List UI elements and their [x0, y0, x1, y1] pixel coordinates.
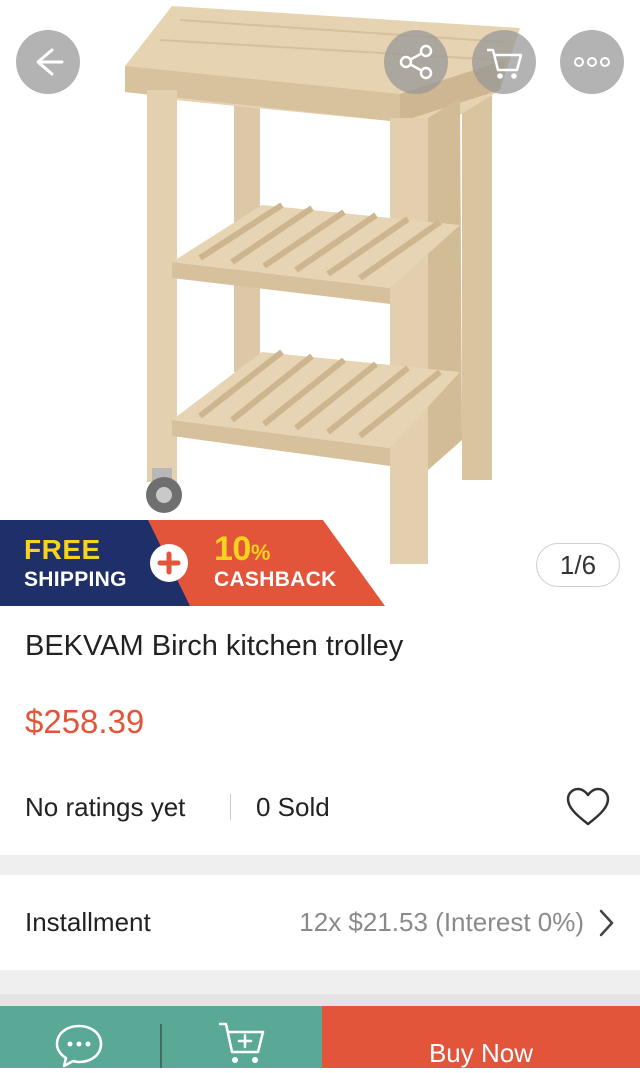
- secondary-actions: [0, 1006, 322, 1068]
- chat-button[interactable]: [52, 1022, 106, 1073]
- product-image-gallery[interactable]: 1/6: [0, 0, 640, 606]
- installment-label: Installment: [25, 907, 151, 937]
- bar-separator: [160, 1024, 162, 1068]
- heart-outline-icon: [565, 787, 611, 832]
- cashback-percent-sign: %: [250, 540, 271, 565]
- cashback-percent: 10%: [214, 530, 270, 569]
- more-dots-icon: [572, 56, 612, 68]
- shipping-label: SHIPPING: [24, 568, 127, 591]
- section-divider-bottom: [0, 970, 640, 1006]
- favorite-button[interactable]: [565, 786, 611, 833]
- share-button[interactable]: [384, 30, 448, 94]
- product-title: BEKVAM Birch kitchen trolley: [25, 630, 404, 662]
- share-icon: [396, 42, 436, 82]
- promo-banner: FREE SHIPPING 10% CASHBACK: [0, 520, 390, 606]
- cart-button[interactable]: [472, 30, 536, 94]
- installment-value: 12x $21.53 (Interest 0%): [299, 907, 584, 937]
- divider: [230, 794, 231, 820]
- image-counter: 1/6: [536, 543, 620, 587]
- cashback-label: CASHBACK: [214, 568, 337, 591]
- plus-circle-icon: [150, 544, 188, 582]
- add-to-cart-button[interactable]: [216, 1018, 268, 1073]
- cashback-percent-number: 10: [214, 530, 251, 568]
- buy-now-button[interactable]: Buy Now: [322, 1006, 640, 1068]
- cart-icon: [483, 42, 525, 82]
- product-photo: [125, 6, 520, 564]
- add-to-cart-icon: [216, 1022, 268, 1072]
- sold-count: 0 Sold: [256, 792, 330, 822]
- more-button[interactable]: [560, 30, 624, 94]
- arrow-left-icon: [28, 42, 68, 82]
- chat-icon: [52, 1024, 106, 1072]
- ratings-text: No ratings yet: [25, 792, 186, 822]
- chevron-right-icon: [596, 908, 616, 943]
- free-label: FREE: [24, 534, 101, 565]
- bottom-action-bar: Buy Now: [0, 1006, 640, 1068]
- back-button[interactable]: [16, 30, 80, 94]
- product-price: $258.39: [25, 703, 145, 740]
- section-divider: [0, 855, 640, 875]
